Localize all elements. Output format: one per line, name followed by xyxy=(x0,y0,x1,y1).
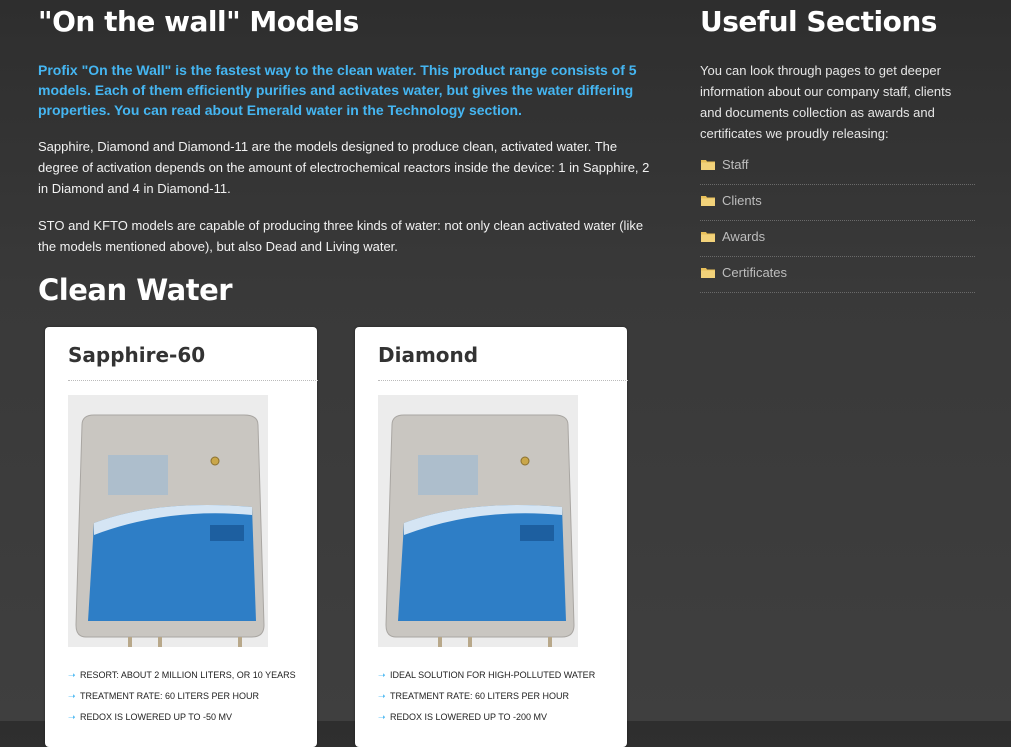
feature-item: ➝ Ideal solution for high-polluted water xyxy=(378,665,628,686)
feature-item: ➝ Redox is lowered up to -200 mV xyxy=(378,707,628,728)
clients-link[interactable]: Clients xyxy=(722,193,762,208)
product-title[interactable]: Sapphire-60 xyxy=(68,343,205,367)
arrow-icon: ➝ xyxy=(378,670,386,680)
folder-icon xyxy=(701,232,715,242)
folder-icon xyxy=(701,268,715,278)
feature-item: ➝ Treatment rate: 60 liters per hour xyxy=(378,686,628,707)
sidebar-item-clients: Clients xyxy=(700,185,975,221)
page-title: "On the wall" Models xyxy=(38,5,359,38)
arrow-icon: ➝ xyxy=(68,691,76,701)
sidebar-item-awards: Awards xyxy=(700,221,975,257)
sidebar-item-staff: Staff xyxy=(700,149,975,185)
feature-item: ➝ Resort: about 2 million liters, or 10 y… xyxy=(68,665,318,686)
arrow-icon: ➝ xyxy=(378,712,386,722)
feature-item: ➝ Treatment rate: 60 liters per hour xyxy=(68,686,318,707)
product-card-diamond[interactable]: Diamond ➝ Ideal solution for high-pollute… xyxy=(355,327,628,747)
certificates-link[interactable]: Certificates xyxy=(722,265,787,280)
divider xyxy=(68,380,318,381)
water-purifier-image[interactable] xyxy=(68,395,268,647)
folder-icon xyxy=(701,196,715,206)
models-paragraph: Sapphire, Diamond and Diamond-11 are the… xyxy=(38,139,650,196)
sidebar-item-certificates: Certificates xyxy=(700,257,975,293)
product-title[interactable]: Diamond xyxy=(378,343,478,367)
arrow-icon: ➝ xyxy=(68,670,76,680)
feature-list: ➝ Ideal solution for high-polluted water … xyxy=(378,665,628,728)
awards-link[interactable]: Awards xyxy=(722,229,765,244)
lead-paragraph: Profix "On the Wall" is the fastest way … xyxy=(38,62,637,118)
divider xyxy=(378,380,628,381)
feature-list: ➝ Resort: about 2 million liters, or 10 y… xyxy=(68,665,318,728)
product-card-sapphire[interactable]: Sapphire-60 ➝ Resort: about 2 million lit… xyxy=(45,327,318,747)
folder-icon xyxy=(701,160,715,170)
sidebar-intro: You can look through pages to get deeper… xyxy=(700,63,952,141)
section-title: Clean Water xyxy=(38,273,233,307)
arrow-icon: ➝ xyxy=(68,712,76,722)
arrow-icon: ➝ xyxy=(378,691,386,701)
water-purifier-image[interactable] xyxy=(378,395,578,647)
sidebar-title: Useful Sections xyxy=(700,5,937,38)
useful-links: Staff Clients Awards Certificates xyxy=(700,149,975,293)
water-kinds-paragraph: STO and KFTO models are capable of produ… xyxy=(38,218,644,254)
feature-item: ➝ Redox is lowered up to -50 mV xyxy=(68,707,318,728)
staff-link[interactable]: Staff xyxy=(722,157,749,172)
